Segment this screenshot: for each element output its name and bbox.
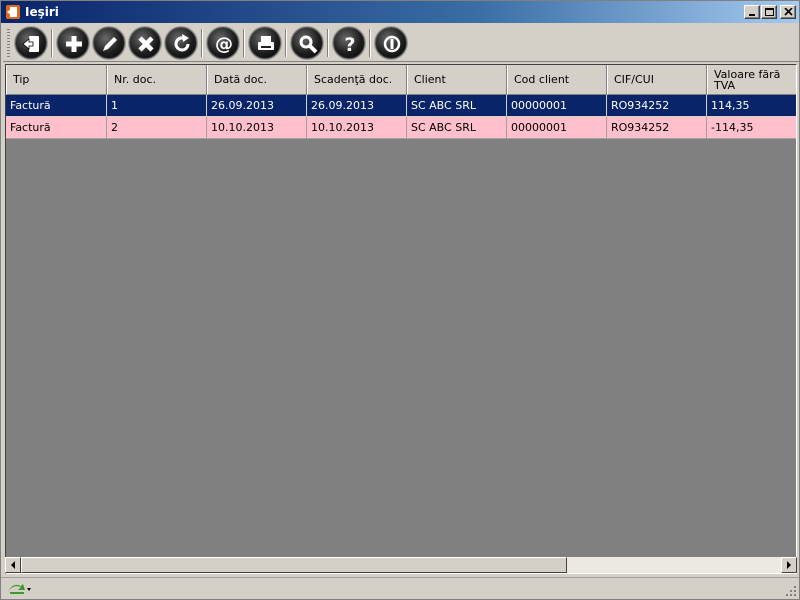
toolbar-separator	[243, 29, 245, 57]
toolbar-grip[interactable]	[7, 29, 10, 57]
cell-tip[interactable]: Factură	[6, 117, 107, 139]
cell-data-doc[interactable]: 10.10.2013	[207, 117, 307, 139]
cell-scadenta-doc[interactable]: 26.09.2013	[307, 95, 407, 117]
table-row[interactable]: Factură 2 10.10.2013 10.10.2013 SC ABC S…	[6, 117, 796, 139]
question-icon: ?	[344, 34, 355, 56]
refresh-button[interactable]	[165, 27, 197, 59]
cell-tip[interactable]: Factură	[6, 95, 107, 117]
cell-cif-cui[interactable]: RO934252	[607, 117, 707, 139]
status-menu-icon[interactable]	[7, 581, 33, 597]
cell-client[interactable]: SC ABC SRL	[407, 95, 507, 117]
column-header-client[interactable]: Client	[407, 65, 507, 95]
edit-button[interactable]	[93, 27, 125, 59]
close-icon	[784, 8, 793, 16]
info-icon	[383, 35, 401, 53]
maximize-button[interactable]	[761, 5, 777, 19]
toolbar-separator	[327, 29, 329, 57]
column-header-cod-client[interactable]: Cod client	[507, 65, 607, 95]
toolbar-separator	[51, 29, 53, 57]
plus-icon	[66, 36, 82, 52]
at-icon: @	[215, 34, 233, 55]
svg-text:?: ?	[344, 34, 355, 56]
info-button[interactable]	[375, 27, 407, 59]
toolbar-separator	[285, 29, 287, 57]
app-icon	[6, 5, 20, 19]
minimize-icon	[749, 14, 755, 16]
documents-grid[interactable]: Tip Nr. doc. Dată doc. Scadenţă doc. Cli…	[5, 64, 797, 574]
app-window: Ieşiri @ ? Tip Nr. doc. Dată doc. Scaden…	[0, 0, 800, 600]
exit-icon	[22, 36, 39, 52]
help-button[interactable]: ?	[333, 27, 365, 59]
column-header-data-doc[interactable]: Dată doc.	[207, 65, 307, 95]
cell-nr-doc[interactable]: 2	[107, 117, 207, 139]
cell-data-doc[interactable]: 26.09.2013	[207, 95, 307, 117]
arrow-left-icon	[11, 561, 15, 569]
cell-valoare-fara-tva[interactable]: -114,35	[707, 117, 796, 139]
window-title: Ieşiri	[25, 5, 59, 19]
cell-nr-doc[interactable]: 1	[107, 95, 207, 117]
arrow-right-icon	[787, 561, 791, 569]
cell-client[interactable]: SC ABC SRL	[407, 117, 507, 139]
cell-scadenta-doc[interactable]: 10.10.2013	[307, 117, 407, 139]
table-row[interactable]: Factură 1 26.09.2013 26.09.2013 SC ABC S…	[6, 95, 796, 117]
resize-grip-icon[interactable]	[785, 585, 797, 597]
column-header-valoare-fara-tva[interactable]: Valoare fără TVA	[707, 65, 796, 95]
search-button[interactable]	[291, 27, 323, 59]
column-header-tip[interactable]: Tip	[6, 65, 107, 95]
toolbar: @ ?	[3, 24, 799, 62]
x-icon	[138, 36, 154, 52]
scrollbar-thumb[interactable]	[21, 557, 567, 573]
title-bar[interactable]: Ieşiri	[1, 1, 799, 23]
cell-cod-client[interactable]: 00000001	[507, 117, 607, 139]
column-header-scadenta-doc[interactable]: Scadenţă doc.	[307, 65, 407, 95]
svg-text:@: @	[215, 34, 233, 55]
print-button[interactable]	[249, 27, 281, 59]
printer-icon	[258, 36, 274, 50]
toolbar-separator	[201, 29, 203, 57]
toolbar-separator	[369, 29, 371, 57]
delete-button[interactable]	[129, 27, 161, 59]
scroll-right-button[interactable]	[781, 557, 797, 573]
add-button[interactable]	[57, 27, 89, 59]
cell-cod-client[interactable]: 00000001	[507, 95, 607, 117]
status-bar	[1, 577, 799, 599]
cell-cif-cui[interactable]: RO934252	[607, 95, 707, 117]
pencil-icon	[103, 37, 117, 51]
column-header-nr-doc[interactable]: Nr. doc.	[107, 65, 207, 95]
column-header-cif-cui[interactable]: CIF/CUI	[607, 65, 707, 95]
scroll-left-button[interactable]	[5, 557, 21, 573]
minimize-button[interactable]	[744, 5, 760, 19]
refresh-icon	[174, 34, 190, 52]
magnifier-icon	[299, 35, 318, 54]
maximize-icon	[765, 8, 774, 16]
horizontal-scrollbar[interactable]	[5, 557, 797, 573]
grid-header: Tip Nr. doc. Dată doc. Scadenţă doc. Cli…	[6, 65, 796, 95]
cell-valoare-fara-tva[interactable]: 114,35	[707, 95, 796, 117]
email-button[interactable]: @	[207, 27, 239, 59]
exit-button[interactable]	[15, 27, 47, 59]
close-button[interactable]	[780, 5, 796, 19]
